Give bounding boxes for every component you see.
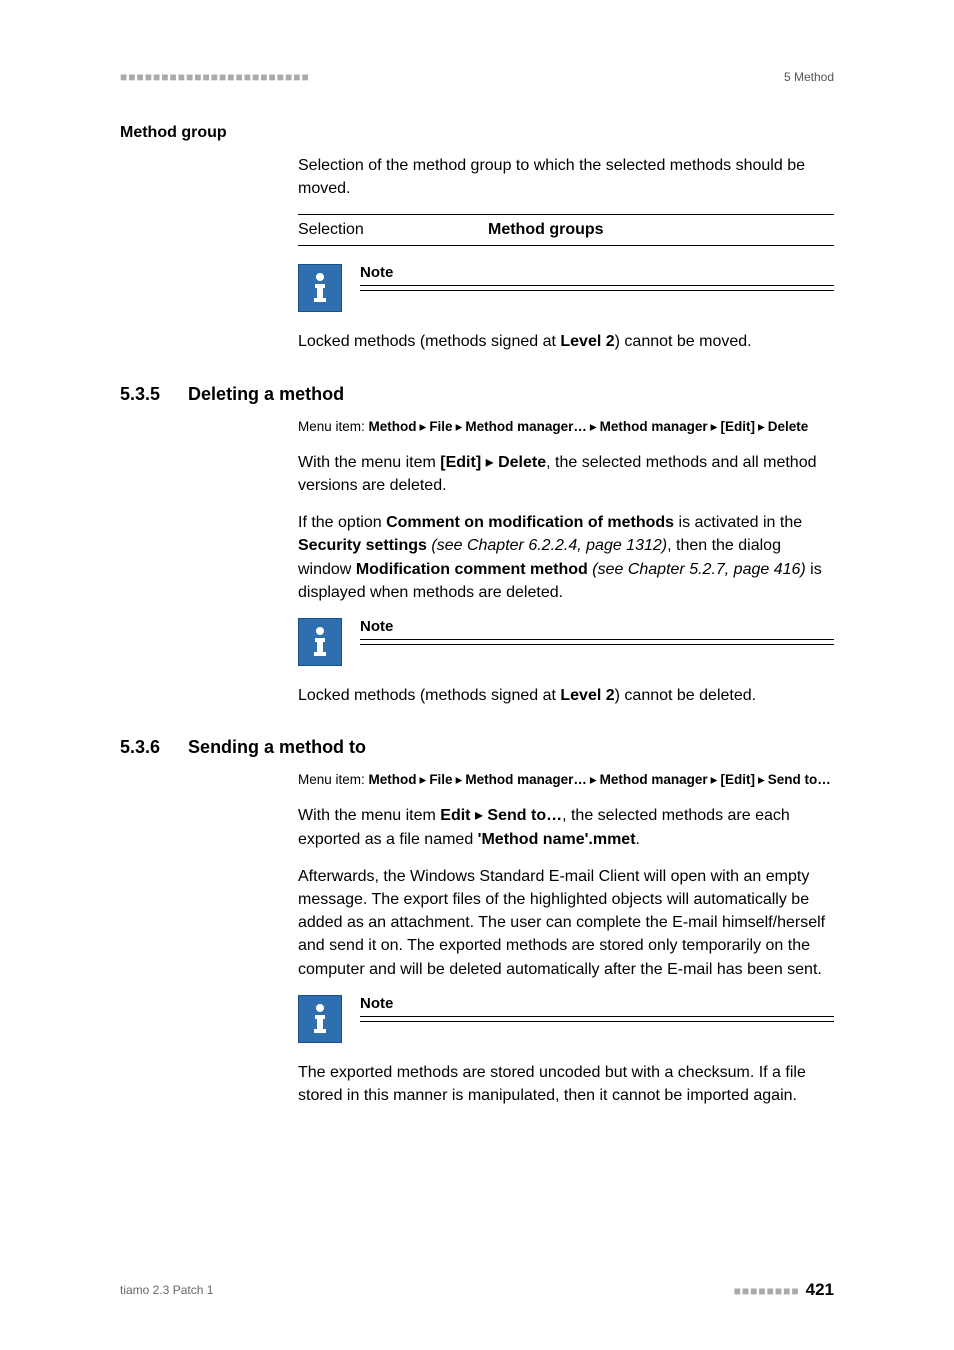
header-section-label: 5 Method — [784, 70, 834, 84]
info-icon — [298, 995, 342, 1043]
s535-p1: With the menu item [Edit] ▸ Delete, the … — [298, 451, 834, 497]
method-group-heading: Method group — [120, 124, 834, 142]
info-icon — [298, 264, 342, 312]
footer-page-number: 421 — [806, 1280, 834, 1299]
info-icon — [298, 618, 342, 666]
page-header: ■■■■■■■■■■■■■■■■■■■■■■■ 5 Method — [120, 70, 834, 84]
method-group-body: Selection of the method group to which t… — [298, 154, 834, 200]
s536-note-body: The exported methods are stored uncoded … — [298, 1061, 834, 1107]
method-group-note: Note Locked methods (methods signed at L… — [298, 264, 834, 353]
s535-menu-path: Menu item: Method▸File▸Method manager…▸M… — [298, 417, 834, 437]
method-group-note-body: Locked methods (methods signed at Level … — [298, 330, 834, 353]
s536-note: Note The exported methods are stored unc… — [298, 995, 834, 1107]
page-footer: tiamo 2.3 Patch 1 ■■■■■■■■ 421 — [120, 1280, 834, 1300]
section-title: Deleting a method — [188, 384, 344, 405]
section-number: 5.3.5 — [120, 384, 160, 405]
s535-note: Note Locked methods (methods signed at L… — [298, 618, 834, 707]
note-title: Note — [360, 618, 834, 640]
selection-label: Selection — [298, 215, 488, 246]
s536-p2: Afterwards, the Windows Standard E-mail … — [298, 865, 834, 981]
selection-value: Method groups — [488, 215, 834, 246]
section-number: 5.3.6 — [120, 737, 160, 758]
footer-product: tiamo 2.3 Patch 1 — [120, 1283, 213, 1297]
footer-squares: ■■■■■■■■ — [734, 1284, 800, 1298]
header-dashes: ■■■■■■■■■■■■■■■■■■■■■■■ — [120, 70, 310, 84]
s536-p1: With the menu item Edit ▸ Send to…, the … — [298, 804, 834, 850]
note-title: Note — [360, 995, 834, 1017]
note-title: Note — [360, 264, 834, 286]
section-5-3-5-heading: 5.3.5 Deleting a method — [120, 384, 834, 405]
footer-page-wrap: ■■■■■■■■ 421 — [734, 1280, 834, 1300]
selection-table: Selection Method groups — [298, 214, 834, 246]
s535-p2: If the option Comment on modification of… — [298, 511, 834, 604]
s536-menu-path: Menu item: Method▸File▸Method manager…▸M… — [298, 770, 834, 790]
s535-note-body: Locked methods (methods signed at Level … — [298, 684, 834, 707]
section-5-3-6-heading: 5.3.6 Sending a method to — [120, 737, 834, 758]
section-title: Sending a method to — [188, 737, 366, 758]
